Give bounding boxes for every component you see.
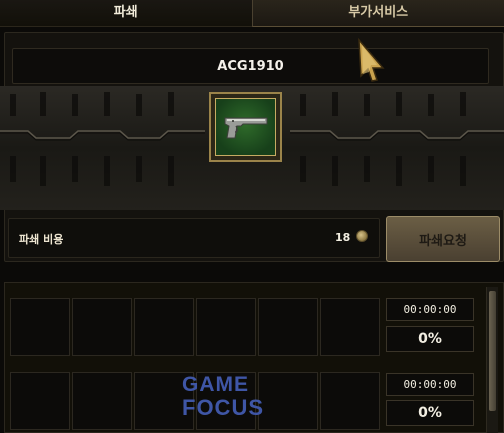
queue-slot[interactable] bbox=[196, 372, 256, 430]
queue-slot[interactable] bbox=[10, 372, 70, 430]
pistol-icon bbox=[224, 117, 267, 139]
shred-cost-box: 파쇄 비용 18 bbox=[8, 218, 380, 258]
queue-progress: 0% bbox=[386, 400, 474, 426]
queue-progress: 0% bbox=[386, 326, 474, 352]
shred-request-button[interactable]: 파쇄요청 bbox=[386, 216, 500, 262]
tab-bar: 파쇄 부가서비스 bbox=[0, 0, 504, 27]
queue-slot[interactable] bbox=[72, 372, 132, 430]
item-slot-inner bbox=[215, 98, 276, 156]
queue-slot[interactable] bbox=[134, 298, 194, 356]
coin-icon bbox=[356, 230, 368, 242]
cursor-icon bbox=[358, 38, 385, 82]
shred-cost-value: 18 bbox=[335, 231, 351, 244]
queue-slot[interactable] bbox=[320, 298, 380, 356]
queue-slot[interactable] bbox=[258, 372, 318, 430]
tab-additional-service[interactable]: 부가서비스 bbox=[251, 0, 504, 27]
item-name: ACG1910 bbox=[217, 58, 284, 74]
queue-slot[interactable] bbox=[72, 298, 132, 356]
shred-cost-label: 파쇄 비용 bbox=[19, 233, 64, 246]
scrollbar-thumb[interactable] bbox=[489, 291, 496, 411]
queue-slot[interactable] bbox=[320, 372, 380, 430]
tab-shred[interactable]: 파쇄 bbox=[0, 0, 252, 27]
queue-timer: 00:00:00 bbox=[386, 298, 474, 321]
item-slot[interactable] bbox=[209, 92, 282, 162]
queue-slot[interactable] bbox=[196, 298, 256, 356]
item-name-field: ACG1910 bbox=[12, 48, 489, 84]
queue-row bbox=[10, 372, 382, 430]
queue-slot[interactable] bbox=[134, 372, 194, 430]
queue-slot[interactable] bbox=[258, 298, 318, 356]
queue-scrollbar[interactable] bbox=[486, 287, 498, 433]
queue-slot[interactable] bbox=[10, 298, 70, 356]
queue-timer: 00:00:00 bbox=[386, 373, 474, 396]
queue-row bbox=[10, 298, 382, 356]
